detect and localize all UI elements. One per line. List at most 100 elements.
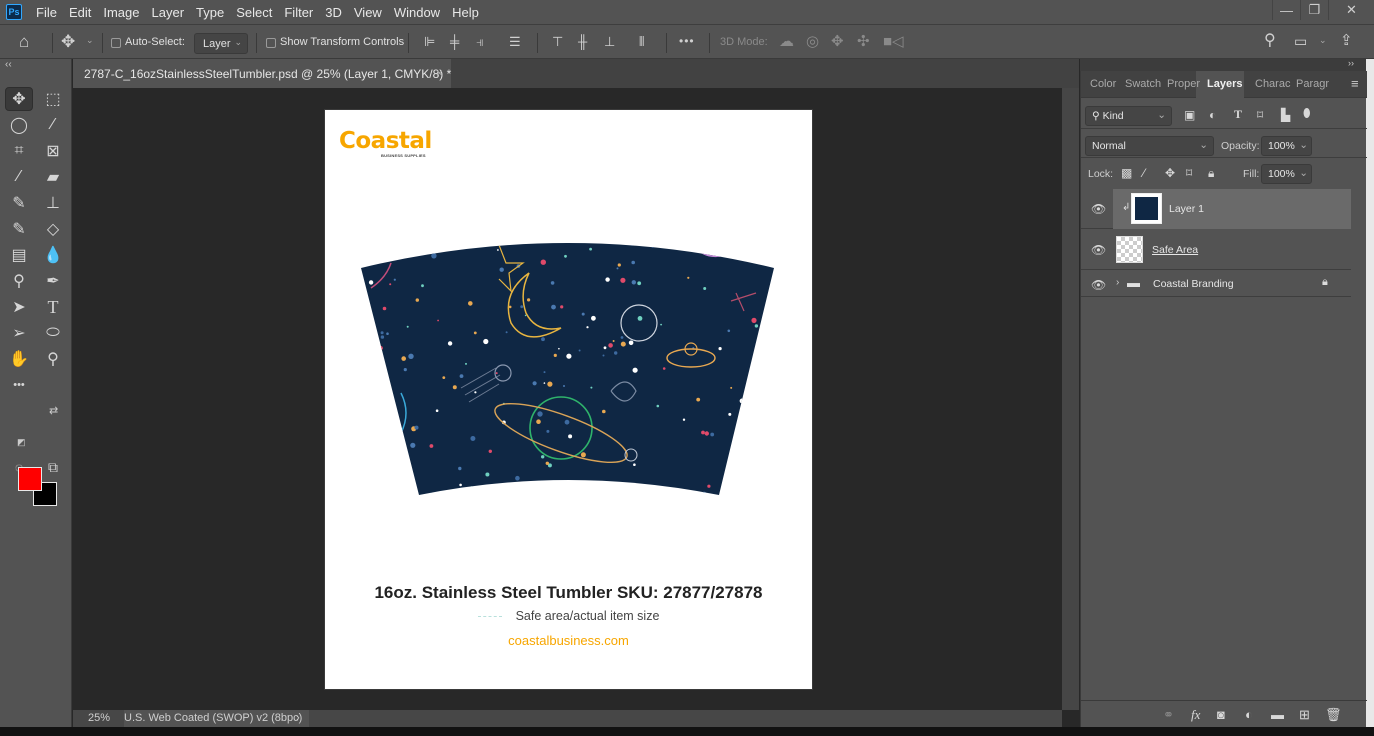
visibility-eye-icon[interactable]: 👁︎ [1091, 243, 1106, 257]
tool-preset-chevron-icon[interactable]: ⌄ [86, 36, 94, 45]
auto-select-checkbox[interactable] [111, 38, 121, 48]
layer-style-fx-icon[interactable]: fx [1191, 707, 1200, 723]
filter-shape-icon[interactable]: ⌑ [1257, 108, 1263, 122]
lock-all-icon[interactable]: 🔒︎ [1208, 166, 1214, 181]
healing-brush-tool[interactable]: ▰ [39, 165, 67, 189]
layer-row-layer-1[interactable]: 👁︎ ↲ Layer 1 [1081, 189, 1351, 229]
document-canvas[interactable]: Coastal BUSINESS SUPPLIES 16oz. Stainles… [325, 110, 812, 689]
minimize-button[interactable]: — [1272, 0, 1300, 20]
status-arrow-icon[interactable]: › [296, 712, 300, 724]
tab-properties[interactable]: Proper [1167, 78, 1201, 90]
workspace-icon[interactable]: ▭ [1294, 34, 1307, 48]
menu-type[interactable]: Type [196, 5, 224, 20]
path-selection-tool[interactable]: ➤ [5, 295, 33, 319]
swap-colors-icon[interactable]: ⇄ [49, 404, 58, 417]
auto-select-target-dropdown[interactable]: Layer ⌄ [194, 33, 248, 54]
delete-layer-icon[interactable]: 🗑︎ [1325, 707, 1342, 723]
menu-edit[interactable]: Edit [69, 5, 91, 20]
screen-mode-icon[interactable]: ⧉ [39, 455, 67, 479]
lock-image-icon[interactable]: ⁄ [1143, 166, 1145, 180]
menu-view[interactable]: View [354, 5, 382, 20]
blend-mode-dropdown[interactable]: Normal ⌄ [1085, 136, 1214, 156]
document-tab[interactable]: 2787-C_16ozStainlessSteelTumbler.psd @ 2… [73, 59, 451, 88]
filter-pixel-icon[interactable]: ▣ [1184, 108, 1195, 122]
align-bottom-icon[interactable]: ⊥ [604, 35, 615, 48]
filter-kind-dropdown[interactable]: ⚲ Kind ⌄ [1085, 106, 1172, 126]
clone-stamp-tool[interactable]: ⊥ [39, 191, 67, 215]
menu-image[interactable]: Image [103, 5, 139, 20]
pen-tool[interactable]: ✒ [39, 269, 67, 293]
eyedropper-tool[interactable]: ⁄ [5, 165, 33, 189]
layer-name[interactable]: Layer 1 [1169, 203, 1204, 215]
lock-position-icon[interactable]: ✥ [1165, 166, 1175, 180]
filter-smart-object-icon[interactable]: ▙ [1281, 108, 1290, 122]
filter-adjustment-icon[interactable]: ◐ [1209, 108, 1216, 122]
vertical-scrollbar[interactable] [1062, 88, 1079, 710]
tab-paragraph[interactable]: Paragr [1296, 78, 1330, 90]
default-colors-icon[interactable]: ◩ [17, 437, 26, 448]
magic-wand-tool[interactable]: ⁄ [39, 113, 67, 137]
filter-type-icon[interactable]: T [1234, 107, 1242, 122]
home-icon[interactable]: ⌂ [19, 33, 29, 50]
menu-window[interactable]: Window [394, 5, 440, 20]
layer-name[interactable]: Coastal Branding [1153, 278, 1234, 290]
menu-layer[interactable]: Layer [152, 5, 185, 20]
close-window-button[interactable]: ✕ [1328, 0, 1374, 20]
show-transform-checkbox[interactable] [266, 38, 276, 48]
align-vertical-center-icon[interactable]: ╫ [578, 35, 587, 48]
menu-help[interactable]: Help [452, 5, 479, 20]
visibility-eye-icon[interactable]: 👁︎ [1091, 202, 1106, 216]
crop-tool[interactable]: ⌗ [5, 139, 33, 163]
zoom-level[interactable]: 25% [88, 712, 110, 724]
new-group-icon[interactable]: ▬ [1271, 707, 1284, 722]
history-brush-tool[interactable]: ✎ [5, 217, 33, 241]
lasso-tool[interactable]: ◯ [5, 113, 33, 137]
expand-panels-icon[interactable]: ›› [1348, 58, 1354, 68]
color-profile[interactable]: U.S. Web Coated (SWOP) v2 (8bpc) [124, 712, 302, 724]
menu-file[interactable]: File [36, 5, 57, 20]
menu-filter[interactable]: Filter [284, 5, 313, 20]
gradient-tool[interactable]: ▤ [5, 243, 33, 267]
tab-color[interactable]: Color [1090, 78, 1118, 90]
fill-field[interactable]: 100% ⌄ [1261, 164, 1312, 184]
new-layer-icon[interactable]: ⊞ [1299, 707, 1310, 723]
direct-selection-tool[interactable]: ➢ [5, 321, 33, 345]
lock-artboard-icon[interactable]: ⌑ [1186, 166, 1192, 180]
zoom-tool[interactable]: ⚲ [39, 347, 67, 371]
opacity-field[interactable]: 100% ⌄ [1261, 136, 1312, 156]
layer-row-safe-area[interactable]: 👁︎ Safe Area [1081, 230, 1351, 270]
move-tool-icon[interactable]: ✥ [61, 33, 75, 50]
close-tab-icon[interactable]: × [436, 66, 443, 80]
adjustment-layer-icon[interactable]: ◐ [1245, 707, 1253, 722]
visibility-eye-icon[interactable]: 👁︎ [1091, 278, 1106, 292]
dodge-tool[interactable]: ⚲ [5, 269, 33, 293]
filter-toggle-icon[interactable]: ⬮ [1303, 106, 1311, 121]
align-left-icon[interactable]: ⊫ [424, 35, 435, 48]
distribute-vertical-icon[interactable]: ☰ [509, 35, 521, 48]
tab-layers[interactable]: Layers [1207, 78, 1243, 90]
move-tool[interactable]: ✥ [5, 87, 33, 111]
brush-tool[interactable]: ✎ [5, 191, 33, 215]
eraser-tool[interactable]: ◇ [39, 217, 67, 241]
panel-menu-icon[interactable]: ≡ [1351, 76, 1359, 91]
align-right-icon[interactable]: ⫣ [476, 35, 484, 48]
restore-button[interactable]: ❐ [1300, 0, 1328, 20]
layer-row-coastal-branding[interactable]: 👁︎ › ▬ Coastal Branding 🔒︎ [1081, 271, 1351, 297]
foreground-color-swatch[interactable] [18, 467, 42, 491]
marquee-tool[interactable]: ⬚ [39, 87, 67, 111]
ellipse-tool[interactable]: ⬭ [39, 321, 67, 345]
align-top-icon[interactable]: ⊤ [552, 35, 563, 48]
expand-group-chevron-icon[interactable]: › [1116, 277, 1119, 288]
edit-toolbar-icon[interactable]: ••• [5, 373, 33, 397]
search-icon[interactable]: ⚲ [1264, 33, 1276, 49]
menu-3d[interactable]: 3D [325, 5, 342, 20]
distribute-horizontal-icon[interactable]: ⫴ [639, 35, 644, 48]
share-icon[interactable]: ⇪ [1340, 33, 1353, 48]
layer-name[interactable]: Safe Area [1152, 244, 1198, 256]
type-tool[interactable]: T [39, 295, 67, 319]
workspace-chevron-icon[interactable]: ⌄ [1319, 36, 1327, 45]
hand-tool[interactable]: ✋ [5, 347, 33, 371]
tab-swatches[interactable]: Swatch [1125, 78, 1161, 90]
blur-tool[interactable]: 💧 [39, 243, 67, 267]
lock-transparent-icon[interactable]: ▩ [1121, 166, 1132, 180]
